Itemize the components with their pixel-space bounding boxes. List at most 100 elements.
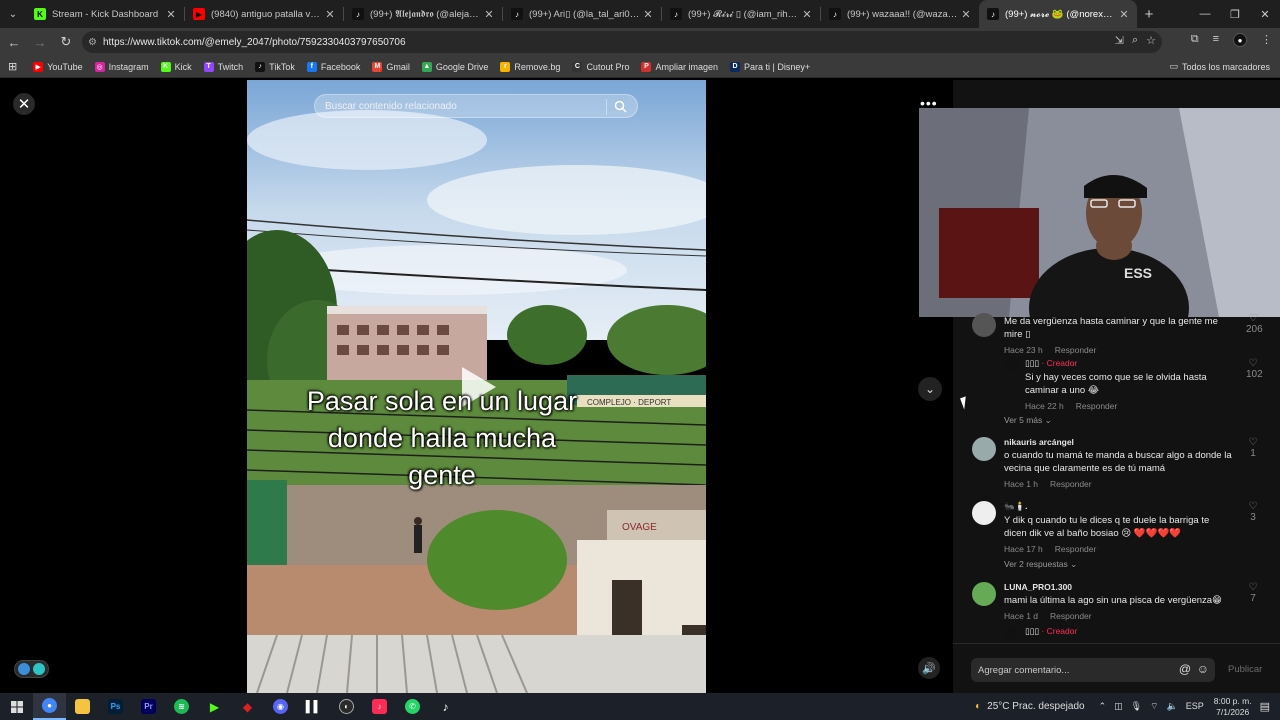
avatar[interactable] [972,501,996,525]
weather-widget[interactable]: ◐ 25°C Prac. despejado [975,701,1084,712]
reply-button[interactable]: Responder [1050,611,1092,621]
mention-icon[interactable]: @ [1179,662,1191,676]
explorer-taskbar-button[interactable] [66,693,99,720]
photoshop-taskbar-button[interactable]: Ps [99,693,132,720]
related-search-input[interactable]: Buscar contenido relacionado [314,94,638,118]
language-indicator[interactable]: ESP [1186,701,1204,712]
clock[interactable]: 8:00 p. m. 7/1/2026 [1214,696,1252,718]
bookmark-item[interactable]: K Kick [160,61,192,72]
comment-username[interactable]: nikauris arcángel [1004,437,1234,447]
reply-button[interactable]: Responder [1055,345,1097,355]
obs-taskbar-button[interactable]: ◐ [330,693,363,720]
close-tab-icon[interactable]: ✕ [323,8,337,21]
new-tab-button[interactable]: + [1137,6,1161,23]
browser-tab[interactable]: ▶ (9840) antiguo patalla verde - Y✕ [185,0,343,28]
address-bar[interactable]: ⚙ https://www.tiktok.com/@emely_2047/pho… [82,31,1162,53]
bookmark-item[interactable]: M Gmail [372,61,410,72]
browser-tab[interactable]: ♪ (99+) Ari▯ (@la_tal_ari0) | TikTok✕ [503,0,661,28]
comment-username[interactable]: 🐜🕯️. [1004,501,1234,512]
see-replies-button[interactable]: Ver 2 respuestas ⌄ [1004,559,1077,570]
comment-username[interactable]: ▯▯▯ · Creador [1025,626,1225,637]
browser-tab[interactable]: ♪ (99+) wazaaa!! (@wazaaa9173)✕ [821,0,979,28]
tab-search-icon[interactable]: ⌄ [0,0,26,28]
browser-tab[interactable]: K Stream - Kick Dashboard ✕ [26,0,184,28]
browser-tab[interactable]: ♪ (99+) 𝓷𝓸𝓻𝓮 🐸 (@norexxh2) | T✕ [979,0,1137,28]
publish-button[interactable]: Publicar [1228,664,1262,675]
close-tab-icon[interactable]: ✕ [959,8,973,21]
close-viewer-button[interactable]: ✕ [13,93,35,115]
like-button[interactable]: ♡ 3 [1246,501,1260,523]
tiktok-live-taskbar-button[interactable]: ♪ [363,693,396,720]
toggle-pill[interactable] [14,660,49,678]
bookmark-item[interactable]: T Twitch [203,61,243,72]
network-icon[interactable]: ◫ [1114,701,1123,712]
install-icon[interactable]: ⇲ [1115,34,1124,47]
emoji-icon[interactable]: ☺ [1197,662,1209,676]
tiktok-taskbar-button[interactable]: ♪ [429,693,462,720]
reload-icon[interactable]: ↻ [54,30,78,54]
reply-button[interactable]: Responder [1076,401,1118,411]
avatar[interactable] [972,313,996,337]
spotify-taskbar-button[interactable]: ≋ [165,693,198,720]
wifi-icon[interactable]: ⌔ [1150,701,1158,712]
avatar[interactable] [1005,358,1019,372]
next-post-chevron-down-icon[interactable]: ⌄ [918,377,942,401]
menu-icon[interactable]: ⋮ [1261,33,1272,47]
avatar[interactable] [1005,626,1019,640]
microphone-icon[interactable]: 🎙 [1131,701,1142,712]
comment-input[interactable]: Agregar comentario... @ ☺ [971,658,1215,682]
profile-avatar[interactable]: ● [1233,33,1247,47]
audio-app-taskbar-button[interactable]: ▌▌ [297,693,330,720]
close-tab-icon[interactable]: ✕ [800,8,814,21]
bookmark-star-icon[interactable]: ☆ [1146,34,1156,47]
speaker-icon[interactable]: 🔈 [1167,701,1178,712]
bookmark-item[interactable]: C Cutout Pro [572,61,629,72]
close-tab-icon[interactable]: ✕ [482,8,496,21]
avatar[interactable] [972,582,996,606]
chevron-up-icon[interactable]: ⌃ [1099,701,1107,712]
extensions-icon[interactable]: ⧉ [1191,33,1199,47]
reply-button[interactable]: Responder [1050,479,1092,489]
minimize-icon[interactable]: — [1190,0,1220,28]
close-tab-icon[interactable]: ✕ [1117,8,1131,21]
notifications-icon[interactable]: ▤ [1260,700,1270,713]
bookmark-item[interactable]: ◎ Instagram [94,61,149,72]
search-icon[interactable] [614,100,627,113]
chrome-taskbar-button[interactable]: ● [33,693,66,720]
site-info-icon[interactable]: ⚙ [88,37,97,48]
bookmark-item[interactable]: ▲ Google Drive [421,61,488,72]
like-button[interactable]: ♡ 206 [1246,313,1263,335]
browser-tab[interactable]: ♪ (99+) 𝕬𝖑𝖊𝖏𝖆𝖓𝖉𝖗𝖔 (@alejandr10vi✕ [344,0,502,28]
media-icon[interactable]: ≡ [1213,33,1219,47]
like-button[interactable]: ♡ 1 [1246,437,1260,459]
kick-taskbar-button[interactable]: ▶ [198,693,231,720]
see-more-replies-button[interactable]: Ver 5 más ⌄ [1004,415,1052,426]
volume-icon[interactable]: 🔊 [918,657,940,679]
bookmark-item[interactable]: ▶ YouTube [33,61,83,72]
close-window-icon[interactable]: ✕ [1250,0,1280,28]
all-bookmarks[interactable]: ▭ Todos los marcadores [1169,61,1270,72]
bookmark-item[interactable]: ♪ TikTok [255,61,295,72]
forward-icon[interactable]: → [28,30,52,54]
discord-taskbar-button[interactable]: ◉ [264,693,297,720]
reply-button[interactable]: Responder [1055,544,1097,554]
close-tab-icon[interactable]: ✕ [641,8,655,21]
comment-username[interactable]: LUNA_PRO1.300 [1004,582,1234,592]
bookmark-item[interactable]: r Remove.bg [500,61,560,72]
like-button[interactable]: ♡ 102 [1246,358,1263,380]
premiere-taskbar-button[interactable]: Pr [132,693,165,720]
like-button[interactable]: ♡ 7 [1246,582,1260,604]
app-red-taskbar-button[interactable]: ◆ [231,693,264,720]
close-tab-icon[interactable]: ✕ [164,8,178,21]
whatsapp-taskbar-button[interactable]: ✆ [396,693,429,720]
bookmark-item[interactable]: P Ampliar imagen [641,61,718,72]
apps-grid-icon[interactable]: ⊞ [8,60,17,73]
bookmark-item[interactable]: D Para ti | Disney+ [730,61,810,72]
avatar[interactable] [972,437,996,461]
start-button[interactable] [0,693,33,720]
comment-username[interactable]: ▯▯▯ · Creador [1025,358,1225,369]
browser-tab[interactable]: ♪ (99+) 𝓡𝓲𝓻𝓲 ▯ (@iam_rihanna13✕ [662,0,820,28]
zoom-icon[interactable]: ⌕ [1132,34,1138,47]
restore-icon[interactable]: ❐ [1220,0,1250,28]
bookmark-item[interactable]: f Facebook [306,61,360,72]
